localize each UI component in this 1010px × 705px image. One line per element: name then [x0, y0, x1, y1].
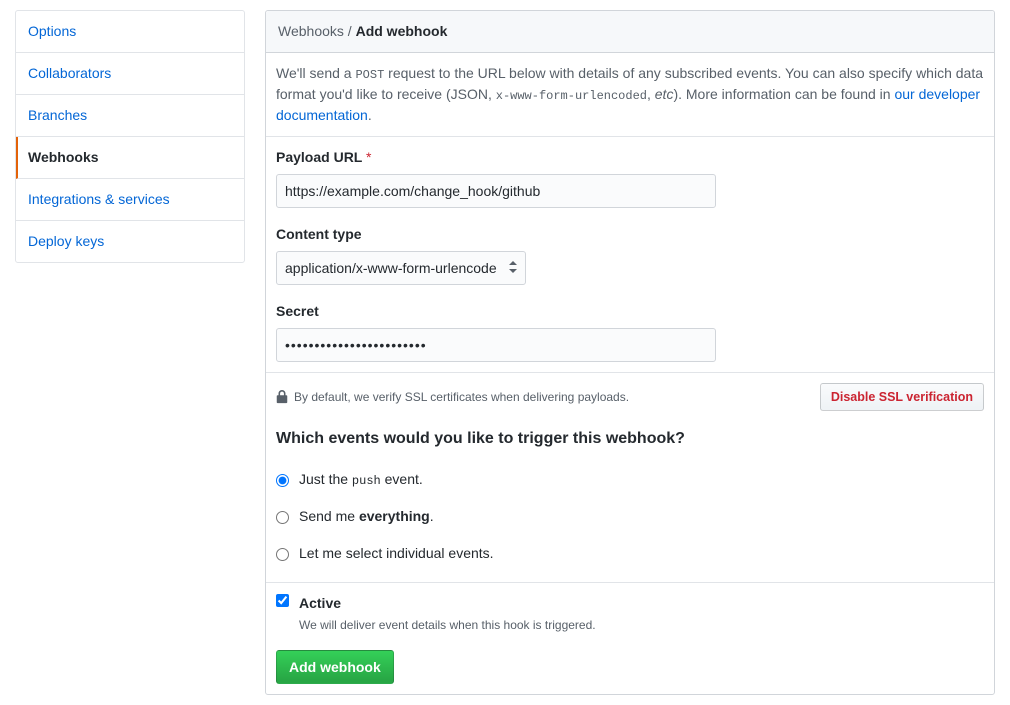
breadcrumb-parent: Webhooks — [278, 23, 344, 39]
sidebar-item-collaborators[interactable]: Collaborators — [16, 53, 244, 95]
event-radio-everything-label[interactable]: Send me everything. — [299, 506, 434, 527]
events-title: Which events would you like to trigger t… — [276, 427, 984, 451]
payload-url-label: Payload URL * — [276, 147, 984, 168]
event-radio-individual[interactable] — [276, 548, 289, 561]
secret-label: Secret — [276, 301, 984, 322]
events-radio-group: Just the push event. Send me everything.… — [276, 461, 984, 572]
main-panel: Webhooks / Add webhook We'll send a POST… — [265, 10, 995, 695]
event-radio-push[interactable] — [276, 474, 289, 487]
content-type-label: Content type — [276, 224, 984, 245]
disable-ssl-button[interactable]: Disable SSL verification — [820, 383, 984, 411]
intro-text: We'll send a POST request to the URL bel… — [276, 63, 984, 126]
breadcrumb-sep: / — [344, 23, 356, 39]
settings-sidebar: Options Collaborators Branches Webhooks … — [15, 10, 245, 263]
event-radio-everything[interactable] — [276, 511, 289, 524]
breadcrumb: Webhooks / Add webhook — [266, 11, 994, 53]
event-radio-push-label[interactable]: Just the push event. — [299, 469, 423, 490]
secret-input[interactable] — [276, 328, 716, 362]
ssl-note: By default, we verify SSL certificates w… — [294, 388, 629, 406]
sidebar-item-options[interactable]: Options — [16, 11, 244, 53]
event-radio-individual-label[interactable]: Let me select individual events. — [299, 543, 494, 564]
sidebar-item-branches[interactable]: Branches — [16, 95, 244, 137]
sidebar-item-integrations[interactable]: Integrations & services — [16, 179, 244, 221]
add-webhook-button[interactable]: Add webhook — [276, 650, 394, 684]
active-label[interactable]: Active — [299, 593, 596, 614]
active-checkbox[interactable] — [276, 594, 289, 607]
required-indicator: * — [366, 149, 371, 165]
sidebar-item-webhooks[interactable]: Webhooks — [16, 137, 244, 179]
active-description: We will deliver event details when this … — [299, 616, 596, 634]
payload-url-input[interactable] — [276, 174, 716, 208]
sidebar-item-deploy-keys[interactable]: Deploy keys — [16, 221, 244, 262]
breadcrumb-current: Add webhook — [356, 23, 448, 39]
content-type-select[interactable]: application/x-www-form-urlencoded — [277, 252, 525, 284]
lock-icon — [276, 390, 288, 404]
